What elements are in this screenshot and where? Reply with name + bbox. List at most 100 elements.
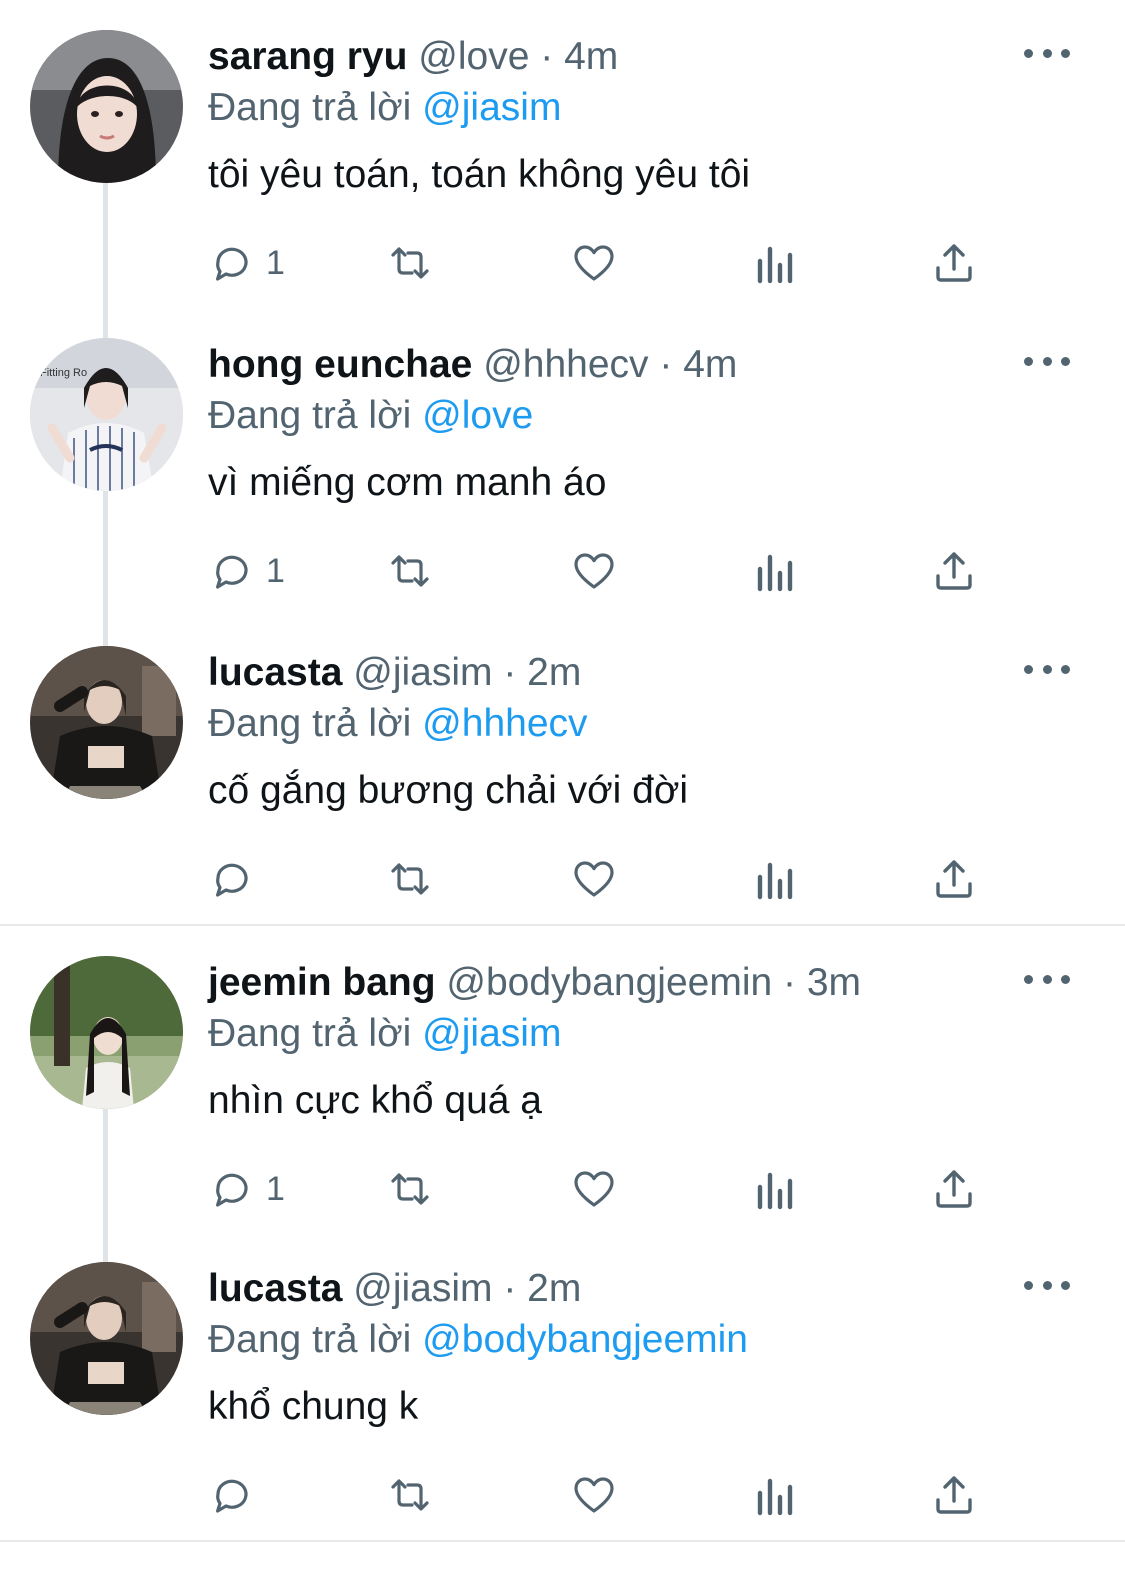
handle[interactable]: @hhhecv	[483, 343, 648, 386]
timestamp[interactable]: · 3m	[783, 961, 861, 1004]
post-text: tôi yêu toán, toán không yêu tôi	[208, 153, 751, 196]
like-icon	[574, 1171, 614, 1207]
post-text: khổ chung k	[208, 1385, 419, 1428]
post-header: sarang ryu @love · 4m	[208, 34, 618, 80]
more-options-icon[interactable]	[1024, 654, 1070, 684]
more-options-icon[interactable]	[1024, 346, 1070, 376]
reply-icon	[216, 863, 248, 897]
display-name[interactable]: sarang ryu	[208, 35, 407, 78]
post-hong-eunchae[interactable]: Fitting Ro hong eunchae @hhhecv · 4m Đan…	[0, 308, 1125, 616]
share-button[interactable]	[930, 854, 978, 904]
thread-line	[103, 308, 108, 338]
reply-icon	[216, 247, 248, 281]
reply-mention-link[interactable]: @jiasim	[422, 1012, 561, 1055]
more-options-icon[interactable]	[1024, 964, 1070, 994]
replying-to: Đang trả lời @jiasim	[208, 85, 561, 131]
post-sarang-ryu[interactable]: sarang ryu @love · 4m Đang trả lời @jias…	[0, 0, 1125, 308]
reply-count: 1	[266, 551, 285, 590]
thread-line	[103, 616, 108, 646]
views-button[interactable]	[750, 1470, 798, 1520]
post-header: lucasta @jiasim · 2m	[208, 650, 581, 696]
action-bar: 1	[208, 1164, 998, 1214]
views-button[interactable]	[750, 546, 798, 596]
post-jeemin-bang[interactable]: jeemin bang @bodybangjeemin · 3m Đang tr…	[0, 926, 1125, 1234]
views-icon	[757, 1172, 793, 1210]
views-icon	[757, 246, 793, 284]
replying-to: Đang trả lời @love	[208, 393, 533, 439]
reply-button[interactable]	[208, 854, 266, 904]
display-name[interactable]: lucasta	[208, 1267, 342, 1310]
retweet-button[interactable]	[386, 1164, 434, 1214]
replying-to: Đang trả lời @jiasim	[208, 1011, 561, 1057]
like-button[interactable]	[570, 1164, 618, 1214]
post-text: vì miếng cơm manh áo	[208, 461, 607, 504]
reply-button[interactable]	[208, 1470, 266, 1520]
views-button[interactable]	[750, 1164, 798, 1214]
share-icon	[936, 1476, 972, 1514]
share-button[interactable]	[930, 238, 978, 288]
timestamp[interactable]: · 2m	[503, 651, 581, 694]
timestamp[interactable]: · 4m	[540, 35, 618, 78]
views-button[interactable]	[750, 238, 798, 288]
more-options-icon[interactable]	[1024, 38, 1070, 68]
action-bar: 1	[208, 546, 998, 596]
handle[interactable]: @love	[418, 35, 529, 78]
reply-icon	[216, 1479, 248, 1513]
retweet-button[interactable]	[386, 1470, 434, 1520]
share-icon	[936, 860, 972, 898]
replying-to: Đang trả lời @bodybangjeemin	[208, 1317, 748, 1363]
retweet-button[interactable]	[386, 238, 434, 288]
reply-button[interactable]: 1	[208, 1164, 285, 1214]
profile-photo-icon	[30, 646, 183, 799]
share-button[interactable]	[930, 546, 978, 596]
post-lucasta[interactable]: lucasta @jiasim · 2m Đang trả lời @hhhec…	[0, 616, 1125, 924]
views-icon	[757, 862, 793, 900]
reply-mention-link[interactable]: @bodybangjeemin	[422, 1318, 748, 1361]
replying-to-label: Đang trả lời	[208, 1012, 412, 1055]
display-name[interactable]: jeemin bang	[208, 961, 436, 1004]
share-button[interactable]	[930, 1164, 978, 1214]
replying-to-label: Đang trả lời	[208, 702, 412, 745]
reply-mention-link[interactable]: @hhhecv	[422, 702, 587, 745]
handle[interactable]: @bodybangjeemin	[446, 961, 772, 1004]
svg-text:Fitting Ro: Fitting Ro	[40, 367, 87, 379]
like-icon	[574, 861, 614, 897]
post-header: lucasta @jiasim · 2m	[208, 1266, 581, 1312]
reply-mention-link[interactable]: @love	[422, 394, 533, 437]
avatar[interactable]	[30, 646, 183, 799]
reply-mention-link[interactable]: @jiasim	[422, 86, 561, 129]
timestamp[interactable]: · 4m	[659, 343, 737, 386]
views-icon	[757, 554, 793, 592]
like-button[interactable]	[570, 238, 618, 288]
more-options-icon[interactable]	[1024, 1270, 1070, 1300]
thread-line	[103, 491, 108, 616]
like-button[interactable]	[570, 854, 618, 904]
like-icon	[574, 1477, 614, 1513]
replying-to-label: Đang trả lời	[208, 86, 412, 129]
avatar[interactable]	[30, 1262, 183, 1415]
avatar[interactable]	[30, 30, 183, 183]
reply-button[interactable]: 1	[208, 238, 285, 288]
like-button[interactable]	[570, 1470, 618, 1520]
avatar[interactable]	[30, 956, 183, 1109]
profile-photo-icon	[30, 30, 183, 183]
like-button[interactable]	[570, 546, 618, 596]
retweet-button[interactable]	[386, 854, 434, 904]
retweet-icon	[391, 1173, 429, 1205]
views-button[interactable]	[750, 854, 798, 904]
handle[interactable]: @jiasim	[353, 651, 492, 694]
replying-to-label: Đang trả lời	[208, 394, 412, 437]
handle[interactable]: @jiasim	[353, 1267, 492, 1310]
share-button[interactable]	[930, 1470, 978, 1520]
timestamp[interactable]: · 2m	[503, 1267, 581, 1310]
display-name[interactable]: lucasta	[208, 651, 342, 694]
retweet-icon	[391, 247, 429, 279]
display-name[interactable]: hong eunchae	[208, 343, 472, 386]
action-bar: 1	[208, 238, 998, 288]
retweet-button[interactable]	[386, 546, 434, 596]
profile-photo-icon: Fitting Ro	[30, 338, 183, 491]
avatar[interactable]: Fitting Ro	[30, 338, 183, 491]
post-lucasta-reply[interactable]: lucasta @jiasim · 2m Đang trả lời @bodyb…	[0, 1232, 1125, 1540]
reply-icon	[216, 555, 248, 589]
reply-button[interactable]: 1	[208, 546, 285, 596]
